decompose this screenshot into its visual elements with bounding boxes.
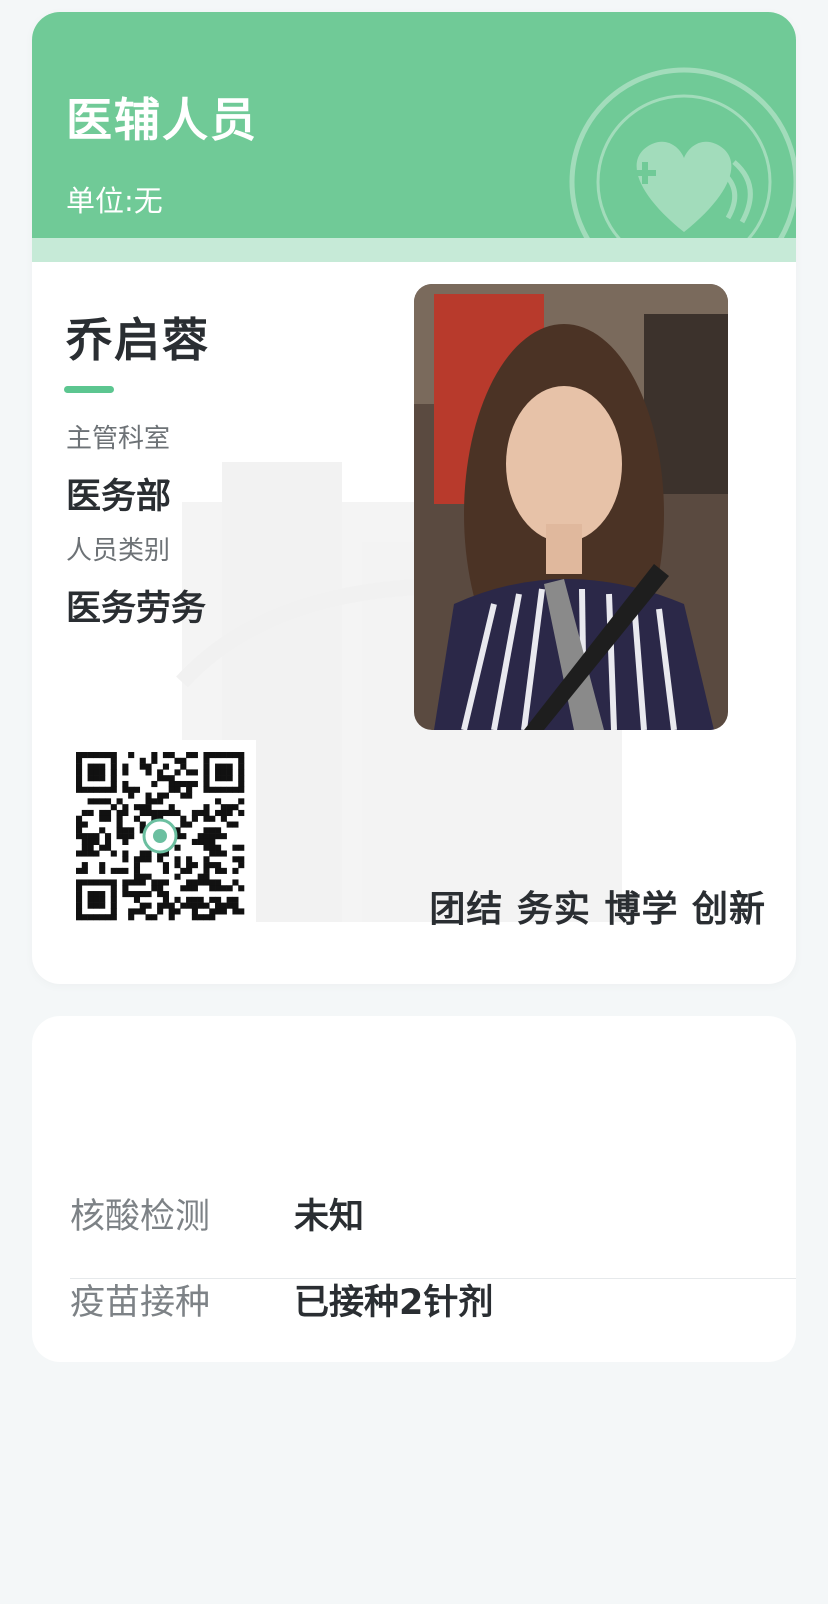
nucleic-acid-test-value: 未知 xyxy=(294,1197,365,1237)
department-label: 主管科室 xyxy=(66,424,171,454)
department-value: 医务部 xyxy=(66,477,172,517)
staff-name: 乔启蓉 xyxy=(66,313,210,367)
header-strip xyxy=(32,238,796,262)
role-title: 医辅人员 xyxy=(66,93,258,147)
unit-text: 单位:无 xyxy=(66,184,163,218)
hospital-seal-icon xyxy=(569,67,796,238)
staff-category-label: 人员类别 xyxy=(66,536,171,566)
name-underline xyxy=(64,386,114,393)
staff-category-value: 医务劳务 xyxy=(66,589,207,629)
nucleic-acid-test-label: 核酸检测 xyxy=(70,1197,211,1237)
staff-id-card: 医辅人员 单位:无 乔启蓉 主管科室 医务部 人员类别 医务劳务 团结 务实 博… xyxy=(32,12,796,984)
vaccination-value: 已接种2针剂 xyxy=(294,1283,494,1323)
page: 医辅人员 单位:无 乔启蓉 主管科室 医务部 人员类别 医务劳务 团结 务实 博… xyxy=(0,0,828,1604)
vaccination-label: 疫苗接种 xyxy=(70,1283,211,1323)
health-status-card: 核酸检测 未知 疫苗接种 已接种2针剂 xyxy=(32,1016,796,1362)
staff-photo xyxy=(414,284,728,730)
card-header: 医辅人员 单位:无 xyxy=(32,12,796,238)
qr-code-icon xyxy=(76,752,245,921)
qr-code[interactable] xyxy=(64,740,256,932)
hospital-motto: 团结 务实 博学 创新 xyxy=(429,889,766,930)
